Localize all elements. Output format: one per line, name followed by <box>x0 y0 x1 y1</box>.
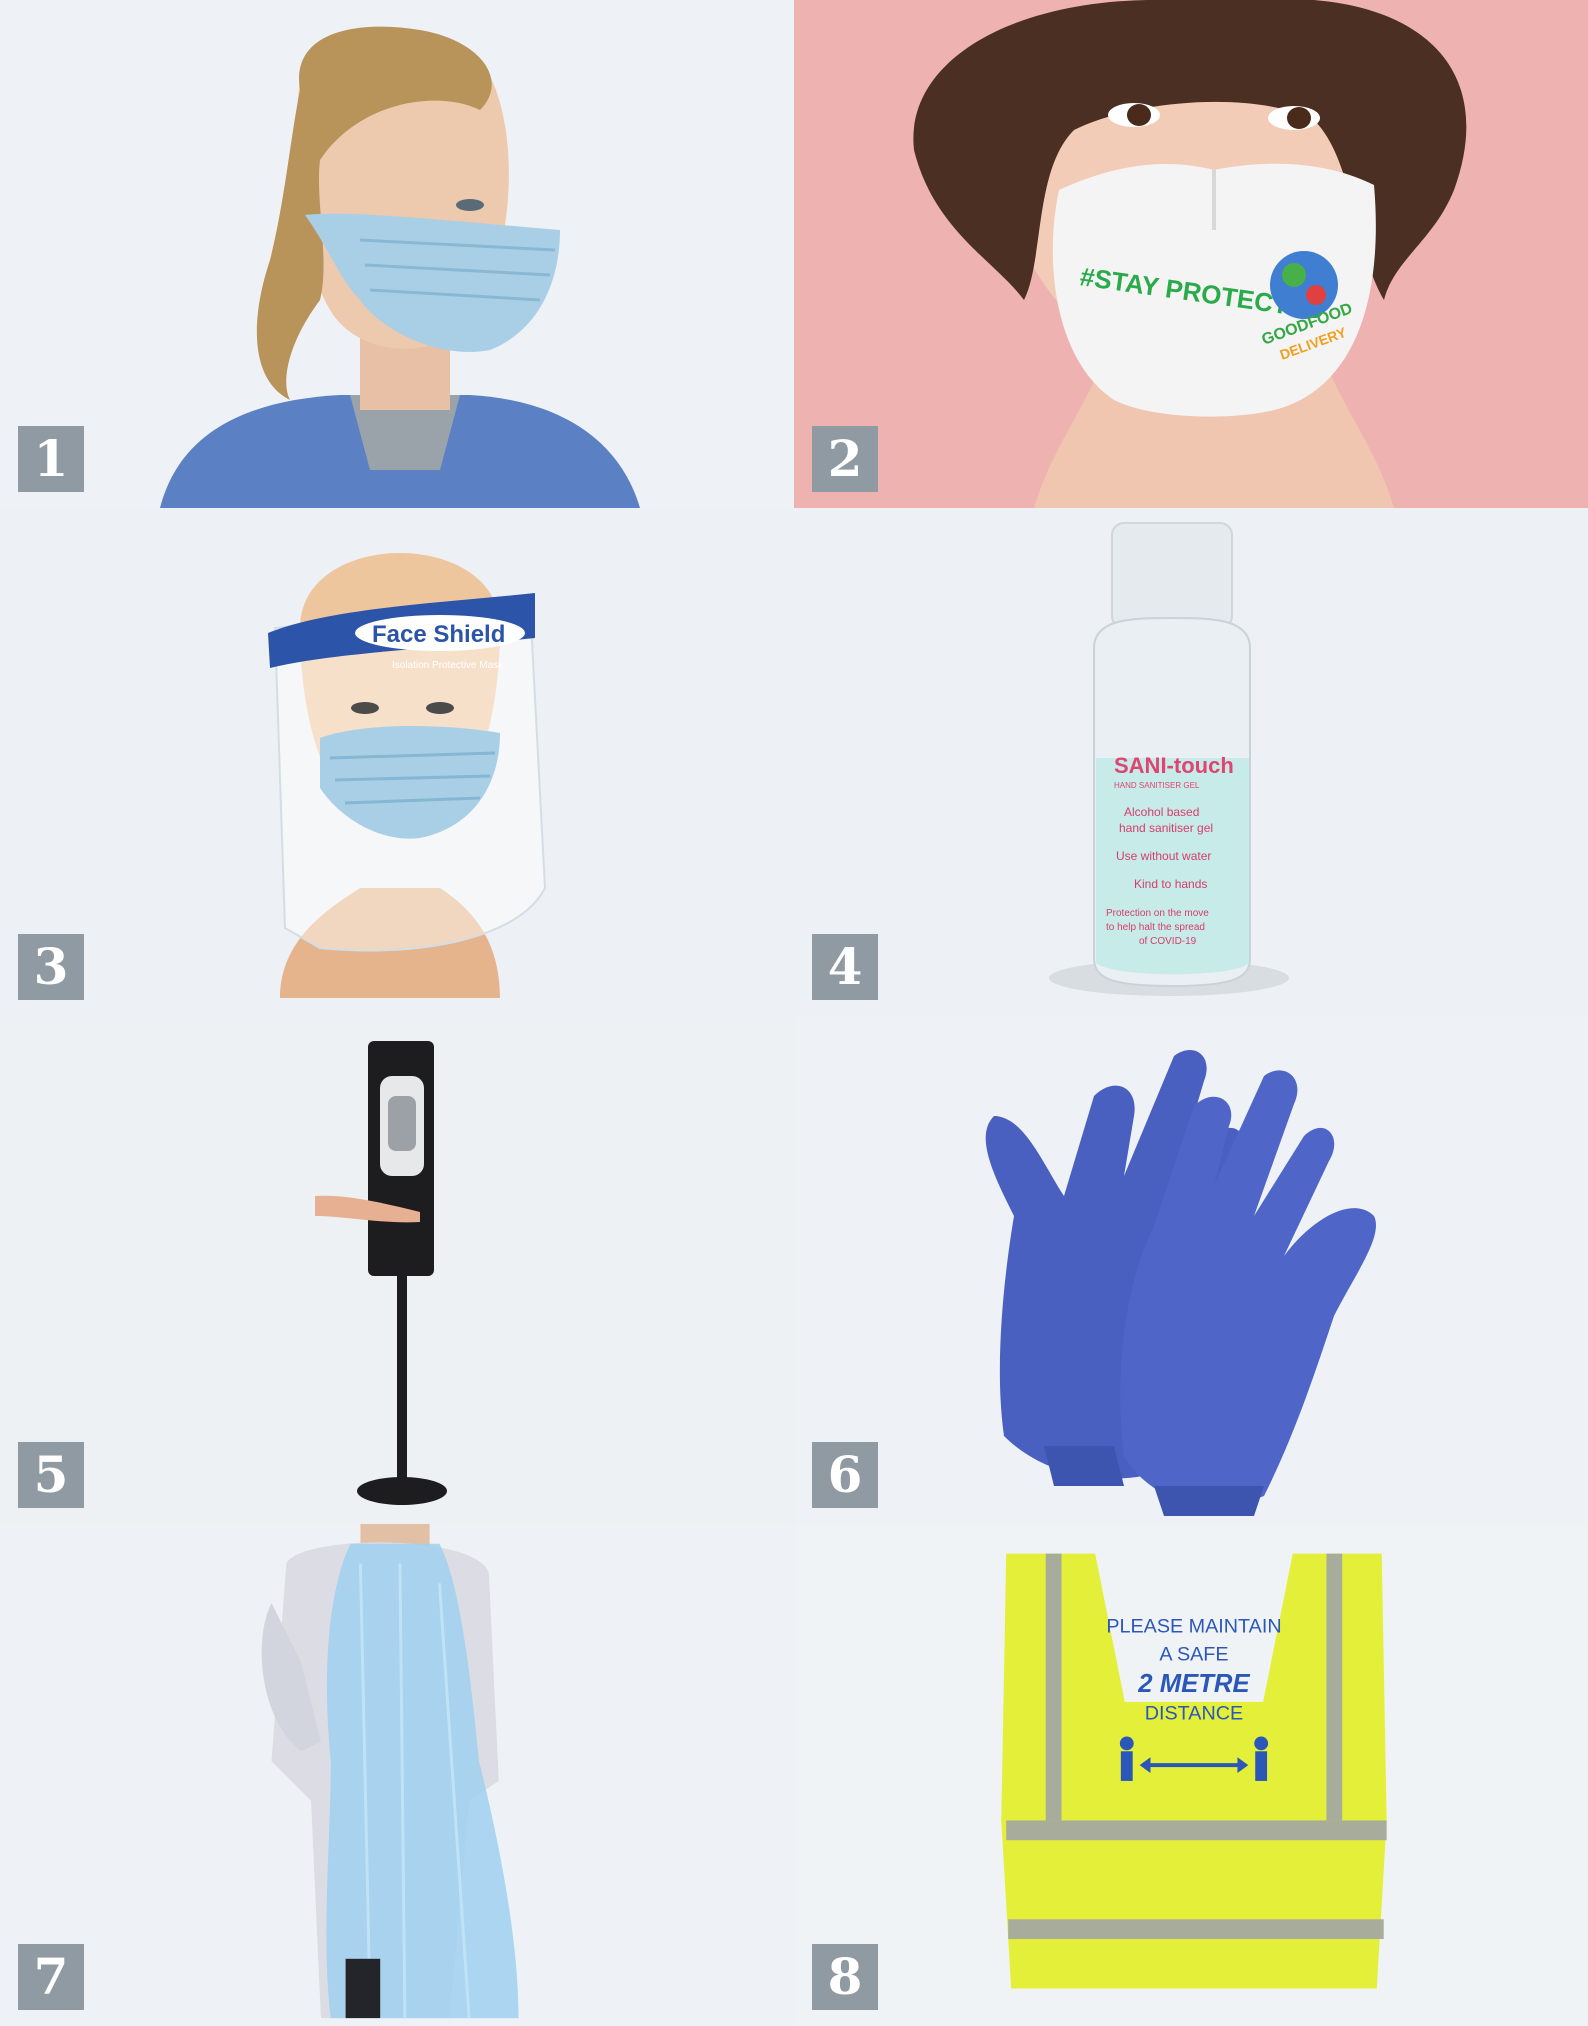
sanitiser-bottle-photo: SANI-touch HAND SANITISER GEL Alcohol ba… <box>1049 522 1289 996</box>
sanitiser-line: of COVID-19 <box>1139 936 1197 947</box>
sanitiser-brand: SANI-touch <box>1114 753 1234 778</box>
sanitiser-line: Alcohol based <box>1124 805 1199 819</box>
tile-apron: 7 <box>0 1524 794 2026</box>
tile-number-badge: 6 <box>812 1442 878 1508</box>
tile-number-badge: 7 <box>18 1944 84 2010</box>
face-shield-photo: Face Shield Isolation Protective Mask <box>268 553 547 998</box>
sanitiser-line: Use without water <box>1116 849 1211 863</box>
vest-text-line: 2 METRE <box>1137 1670 1250 1698</box>
apron-photo <box>261 1524 519 2019</box>
sanitiser-line: Protection on the move <box>1106 908 1209 919</box>
sanitiser-line: to help halt the spread <box>1106 922 1205 933</box>
tile-gloves: 6 <box>794 1016 1588 1524</box>
product-grid: 1 #STAY PROTECTED GOODFOOD DELIVERY 2 Fa… <box>0 0 1588 2026</box>
tile-dispenser-stand: 5 <box>0 1016 794 1524</box>
vest-text-line: A SAFE <box>1159 1643 1228 1665</box>
dispenser-stand-photo <box>315 1041 447 1505</box>
shield-title: Face Shield <box>372 621 505 648</box>
tile-branded-mask: #STAY PROTECTED GOODFOOD DELIVERY 2 <box>794 0 1588 508</box>
tile-number-badge: 2 <box>812 426 878 492</box>
tile-face-shield: Face Shield Isolation Protective Mask 3 <box>0 508 794 1016</box>
tile-number-badge: 3 <box>18 934 84 1000</box>
tile-number-badge: 4 <box>812 934 878 1000</box>
vest-text-line: PLEASE MAINTAIN <box>1106 1616 1281 1638</box>
shield-subtitle: Isolation Protective Mask <box>392 660 504 671</box>
tile-hivis-vest: PLEASE MAINTAIN A SAFE 2 METRE DISTANCE … <box>794 1524 1588 2026</box>
sanitiser-brand-sub: HAND SANITISER GEL <box>1114 781 1200 790</box>
sanitiser-line: hand sanitiser gel <box>1119 821 1213 835</box>
vest-text-line: DISTANCE <box>1145 1703 1243 1725</box>
tile-hand-sanitiser: SANI-touch HAND SANITISER GEL Alcohol ba… <box>794 508 1588 1016</box>
sanitiser-line: Kind to hands <box>1134 877 1207 891</box>
branded-mask-photo: #STAY PROTECTED GOODFOOD DELIVERY <box>913 0 1467 508</box>
tile-number-badge: 8 <box>812 1944 878 2010</box>
tile-number-badge: 1 <box>18 426 84 492</box>
gloves-photo <box>985 1050 1376 1516</box>
tile-number-badge: 5 <box>18 1442 84 1508</box>
tile-surgical-mask: 1 <box>0 0 794 508</box>
hivis-vest-photo: PLEASE MAINTAIN A SAFE 2 METRE DISTANCE <box>1001 1553 1387 1989</box>
surgical-mask-photo <box>160 26 640 508</box>
